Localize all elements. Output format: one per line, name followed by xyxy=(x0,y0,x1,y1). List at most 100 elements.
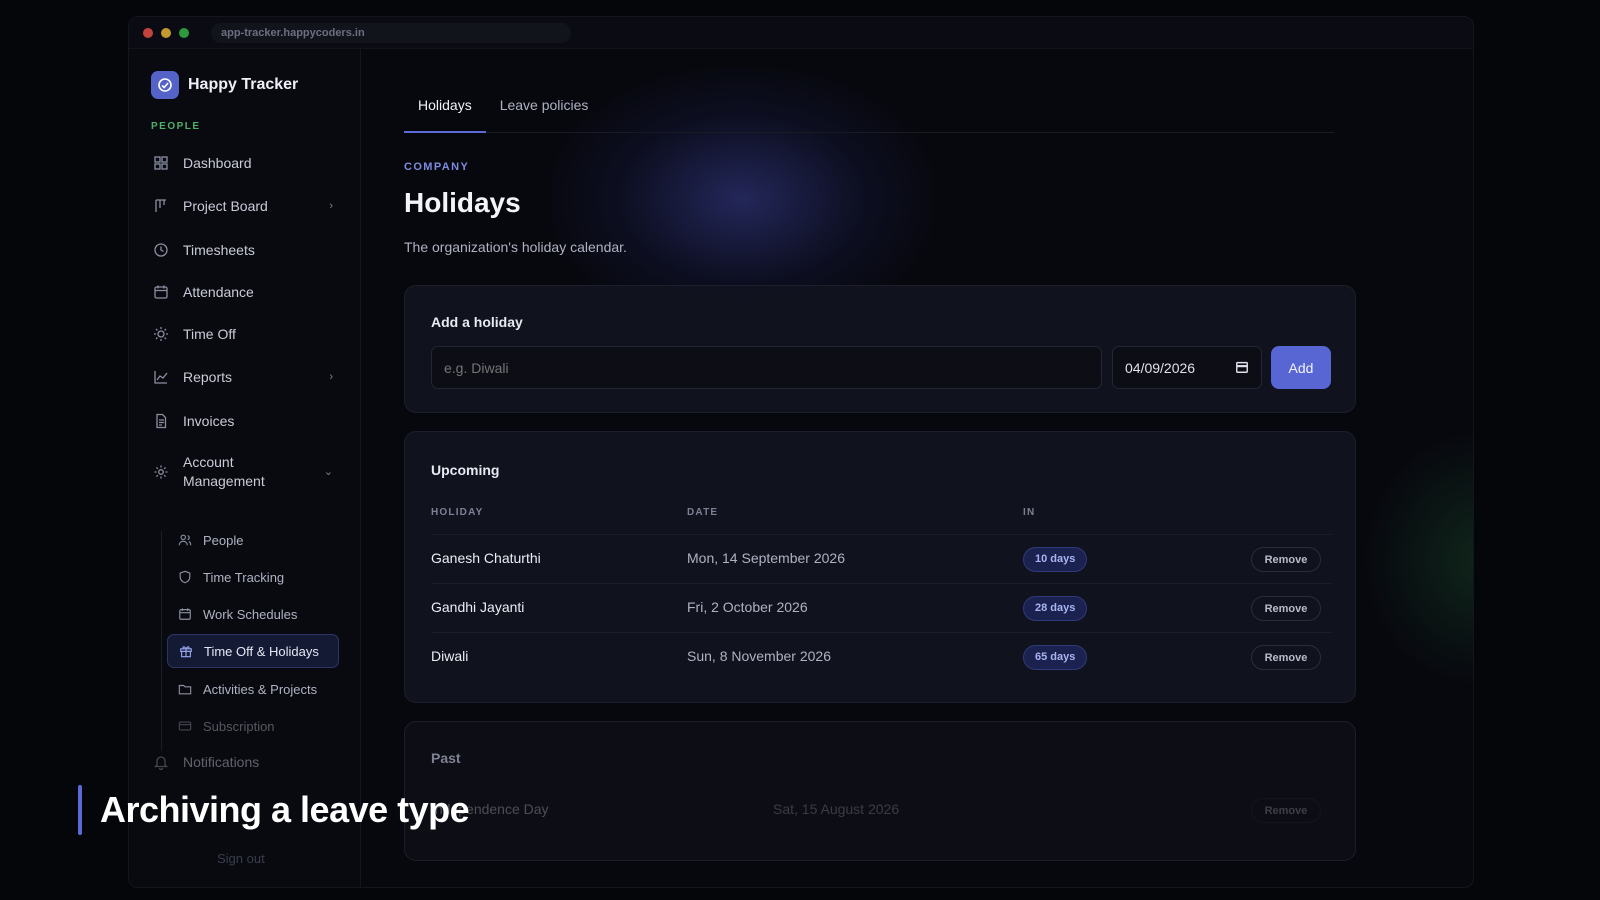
upcoming-holidays-card: Upcoming HOLIDAY DATE IN Ganesh Chaturth… xyxy=(404,431,1356,703)
gear-icon xyxy=(151,462,171,482)
sidebar-item-dashboard[interactable]: Dashboard xyxy=(151,147,333,179)
remove-button[interactable]: Remove xyxy=(1251,645,1321,670)
calendar-icon xyxy=(151,282,171,302)
tab-holidays[interactable]: Holidays xyxy=(404,89,486,133)
sidebar-subitem-label: People xyxy=(203,532,244,548)
sun-icon xyxy=(151,324,171,344)
page-eyebrow: COMPANY xyxy=(404,161,470,173)
chevron-right-icon: › xyxy=(329,371,333,383)
sidebar-item-label: Dashboard xyxy=(183,155,252,171)
video-caption: Archiving a leave type xyxy=(78,785,470,835)
holiday-date-value: 04/09/2026 xyxy=(1125,359,1196,376)
page-title: Holidays xyxy=(404,187,521,218)
sidebar-subitem-time-off-holidays[interactable]: Time Off & Holidays xyxy=(167,634,339,668)
holiday-date: Sat, 15 August 2026 xyxy=(773,801,900,817)
sidebar-item-time-off[interactable]: Time Off xyxy=(151,318,333,350)
add-holiday-button[interactable]: Add xyxy=(1271,346,1331,389)
url-bar[interactable]: app-tracker.happycoders.in xyxy=(211,22,571,43)
holiday-name: Gandhi Jayanti xyxy=(431,599,525,615)
grid-icon xyxy=(151,153,171,173)
sidebar-item-reports[interactable]: Reports › xyxy=(151,361,333,393)
sidebar-item-label: Reports xyxy=(183,369,233,385)
holiday-date-input[interactable]: 04/09/2026 xyxy=(1112,346,1262,389)
sidebar-item-account-management[interactable]: Account Management ⌄ xyxy=(151,450,333,494)
sidebar-item-project-board[interactable]: Project Board › xyxy=(151,190,333,222)
calendar-picker-icon[interactable] xyxy=(1235,360,1249,377)
remove-button[interactable]: Remove xyxy=(1251,596,1321,621)
holiday-date: Fri, 2 October 2026 xyxy=(687,599,808,615)
sidebar-subitem-label: Time Tracking xyxy=(203,569,285,585)
sidebar-item-label: Account Management xyxy=(183,454,265,489)
caption-text: Archiving a leave type xyxy=(100,789,470,830)
sidebar-item-label: Attendance xyxy=(183,284,254,300)
holiday-date: Sun, 8 November 2026 xyxy=(687,648,831,664)
brand-section: PEOPLE xyxy=(151,121,201,132)
sidebar-subitem-work-schedules[interactable]: Work Schedules xyxy=(167,597,339,631)
tab-leave-policies[interactable]: Leave policies xyxy=(486,89,603,133)
browser-titlebar: app-tracker.happycoders.in xyxy=(129,17,1473,49)
sidebar-subitem-activities-projects[interactable]: Activities & Projects xyxy=(167,672,339,706)
upcoming-title: Upcoming xyxy=(431,462,500,478)
caption-accent-bar xyxy=(78,785,82,835)
sidebar-subitem-subscription[interactable]: Subscription xyxy=(167,709,339,743)
chevron-down-icon: ⌄ xyxy=(323,465,333,478)
remove-button[interactable]: Remove xyxy=(1251,547,1321,572)
close-window-dot[interactable] xyxy=(143,27,153,38)
sidebar-subitem-label: Activities & Projects xyxy=(203,681,318,697)
sidebar-item-notifications[interactable]: Notifications xyxy=(151,746,333,778)
holiday-name: Diwali xyxy=(431,648,469,664)
table-row: Diwali Sun, 8 November 2026 65 days Remo… xyxy=(431,632,1331,681)
sidebar-item-label: Timesheets xyxy=(183,242,255,258)
sign-out-button[interactable]: Sign out xyxy=(217,851,265,866)
bell-icon xyxy=(151,752,171,772)
subnav-divider xyxy=(161,531,162,751)
days-until-badge: 28 days xyxy=(1023,596,1088,621)
shield-icon xyxy=(177,569,193,585)
sidebar-item-attendance[interactable]: Attendance xyxy=(151,276,333,308)
folder-icon xyxy=(177,681,193,697)
board-icon xyxy=(151,196,171,216)
sidebar-item-label: Notifications xyxy=(183,754,260,770)
column-header-in: IN xyxy=(1023,507,1036,518)
sidebar: Happy Tracker PEOPLE Dashboard Project B… xyxy=(129,49,361,887)
main-content: Holidays Leave policies COMPANY Holidays… xyxy=(362,49,1473,887)
remove-button[interactable]: Remove xyxy=(1251,798,1321,823)
background-glow-green xyxy=(1362,429,1473,689)
users-icon xyxy=(177,532,193,548)
minimize-window-dot[interactable] xyxy=(161,27,171,38)
clock-logo-icon xyxy=(151,71,179,99)
clock-icon xyxy=(151,240,171,260)
app-window: app-tracker.happycoders.in Happy Tracker… xyxy=(128,16,1474,888)
credit-card-icon xyxy=(177,718,193,734)
chart-line-icon xyxy=(151,367,171,387)
calendar-icon xyxy=(177,606,193,622)
past-holidays-card: Past Independence Day Sat, 15 August 202… xyxy=(404,721,1356,861)
table-row: Independence Day Sat, 15 August 2026 Rem… xyxy=(431,786,1331,835)
tab-bar: Holidays Leave policies xyxy=(404,89,1334,133)
page-subtitle: The organization's holiday calendar. xyxy=(404,239,627,255)
sidebar-subitem-time-tracking[interactable]: Time Tracking xyxy=(167,560,339,594)
sidebar-subitem-label: Work Schedules xyxy=(203,606,298,622)
document-icon xyxy=(151,411,171,431)
chevron-right-icon: › xyxy=(329,200,333,212)
holiday-date: Mon, 14 September 2026 xyxy=(687,550,845,566)
brand[interactable]: Happy Tracker xyxy=(151,71,298,99)
sidebar-subitem-people[interactable]: People xyxy=(167,523,339,557)
column-header-date: DATE xyxy=(687,507,719,518)
sidebar-item-label: Time Off xyxy=(183,326,236,342)
sidebar-item-invoices[interactable]: Invoices xyxy=(151,405,333,437)
days-until-badge: 65 days xyxy=(1023,645,1088,670)
sidebar-item-label: Project Board xyxy=(183,198,268,214)
maximize-window-dot[interactable] xyxy=(179,27,189,38)
sidebar-subitem-label: Time Off & Holidays xyxy=(204,643,319,659)
sidebar-subitem-label: Subscription xyxy=(203,718,275,734)
brand-name: Happy Tracker xyxy=(188,76,299,93)
table-row: Gandhi Jayanti Fri, 2 October 2026 28 da… xyxy=(431,583,1331,632)
sidebar-item-timesheets[interactable]: Timesheets xyxy=(151,234,333,266)
table-row: Ganesh Chaturthi Mon, 14 September 2026 … xyxy=(431,534,1331,583)
sidebar-item-label: Invoices xyxy=(183,413,235,429)
add-holiday-title: Add a holiday xyxy=(431,314,523,330)
gift-icon xyxy=(178,643,194,659)
holiday-name-input[interactable] xyxy=(431,346,1102,389)
days-until-badge: 10 days xyxy=(1023,547,1088,572)
